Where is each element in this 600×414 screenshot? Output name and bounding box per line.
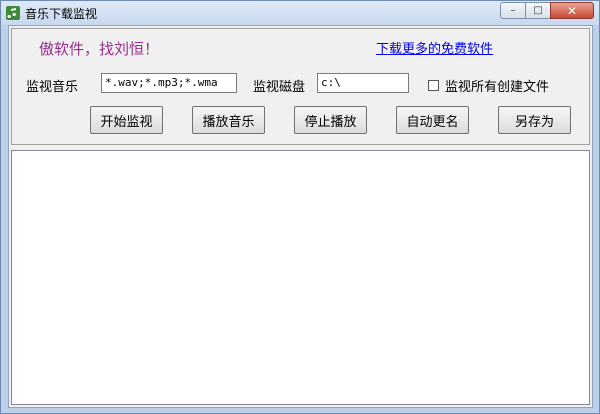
monitor-all-label: 监视所有创建文件: [445, 80, 550, 95]
music-filter-input[interactable]: *.wav;*.mp3;*.wma: [101, 73, 237, 93]
music-note-icon: [6, 6, 20, 20]
monitor-all-checkbox[interactable]: [428, 80, 439, 91]
save-as-button[interactable]: 另存为: [498, 106, 571, 134]
monitor-all-option[interactable]: 监视所有创建文件: [428, 76, 549, 95]
app-window: 音乐下载监视 – □ ✕ 傲软件，找刘恒！ 下载更多的免费软件 监视音乐 *.w…: [0, 0, 600, 414]
music-filter-label: 监视音乐: [26, 80, 79, 95]
auto-rename-button[interactable]: 自动更名: [396, 106, 469, 134]
disk-label: 监视磁盘: [253, 80, 306, 95]
window-title: 音乐下载监视: [25, 7, 98, 21]
minimize-icon: –: [510, 5, 516, 16]
slogan-text: 傲软件，找刘恒！: [39, 40, 160, 58]
maximize-icon: □: [533, 5, 543, 16]
close-button[interactable]: ✕: [550, 2, 594, 19]
disk-input[interactable]: c:\: [317, 73, 409, 93]
title-bar[interactable]: 音乐下载监视 – □ ✕: [1, 1, 599, 25]
file-list[interactable]: [11, 150, 590, 405]
download-more-link[interactable]: 下载更多的免费软件: [376, 38, 493, 57]
start-monitor-button[interactable]: 开始监视: [90, 106, 163, 134]
caption-buttons: – □ ✕: [500, 2, 594, 20]
play-music-button[interactable]: 播放音乐: [192, 106, 265, 134]
client-area: 傲软件，找刘恒！ 下载更多的免费软件 监视音乐 *.wav;*.mp3;*.wm…: [8, 25, 593, 408]
maximize-button[interactable]: □: [525, 2, 551, 19]
stop-playback-button[interactable]: 停止播放: [294, 106, 367, 134]
minimize-button[interactable]: –: [500, 2, 526, 19]
settings-panel: 傲软件，找刘恒！ 下载更多的免费软件 监视音乐 *.wav;*.mp3;*.wm…: [11, 28, 590, 145]
close-icon: ✕: [566, 3, 578, 18]
